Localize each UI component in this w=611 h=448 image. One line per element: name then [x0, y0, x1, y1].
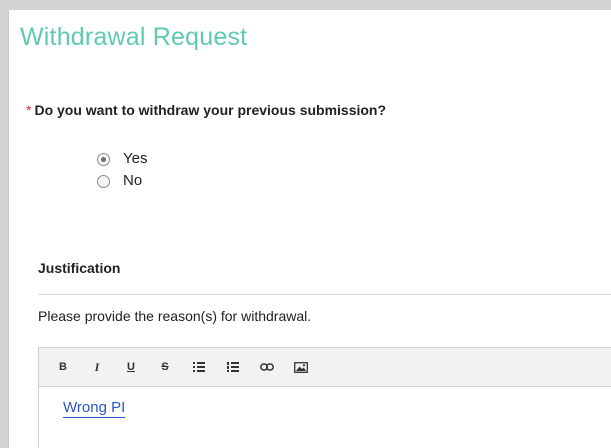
justification-textarea[interactable]: Wrong PI: [39, 387, 611, 418]
editor-toolbar: B I U S: [39, 348, 611, 387]
withdrawal-form-card: Withdrawal Request * Do you want to withd…: [8, 10, 611, 448]
page-title: Withdrawal Request: [20, 23, 248, 51]
justification-editor: B I U S Wrong PI: [38, 347, 611, 448]
radio-yes[interactable]: [97, 152, 110, 166]
section-divider: [38, 294, 611, 295]
justification-value: Wrong PI: [63, 399, 126, 418]
image-icon[interactable]: [293, 359, 309, 375]
bold-icon[interactable]: B: [55, 359, 71, 375]
justification-title: Justification: [38, 260, 121, 276]
withdraw-question: * Do you want to withdraw your previous s…: [26, 102, 386, 118]
italic-icon[interactable]: I: [89, 359, 105, 375]
strikethrough-icon[interactable]: S: [157, 359, 173, 375]
bulleted-list-icon[interactable]: [191, 359, 207, 375]
justification-helper-text: Please provide the reason(s) for withdra…: [38, 308, 312, 324]
withdraw-question-label: Do you want to withdraw your previous su…: [34, 102, 387, 118]
link-icon[interactable]: [259, 359, 275, 375]
radio-option-no[interactable]: No: [97, 169, 147, 191]
required-marker: *: [26, 102, 32, 118]
radio-no[interactable]: [97, 174, 110, 188]
underline-icon[interactable]: U: [123, 359, 139, 375]
radio-option-yes[interactable]: Yes: [97, 147, 147, 169]
withdraw-radio-group: Yes No: [97, 147, 147, 191]
radio-no-label[interactable]: No: [123, 172, 142, 189]
numbered-list-icon[interactable]: [225, 359, 241, 375]
radio-yes-label[interactable]: Yes: [123, 150, 147, 167]
